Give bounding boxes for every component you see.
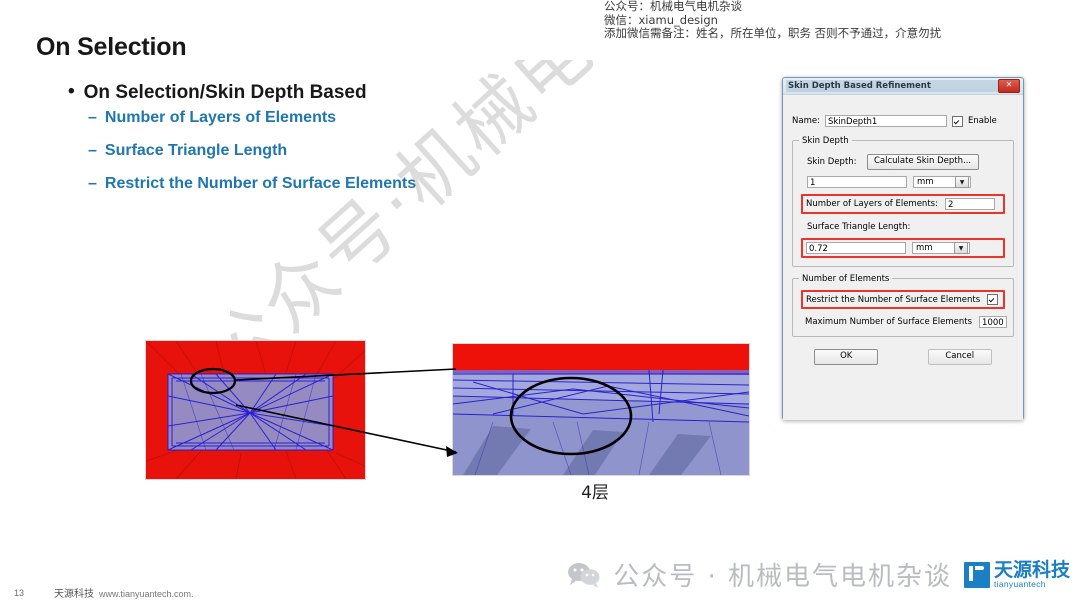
max-surface-elements-label: Maximum Number of Surface Elements xyxy=(805,317,973,327)
skin-depth-row: Skin Depth: Calculate Skin Depth... xyxy=(807,154,1005,170)
mesh-caption: 4层 xyxy=(581,483,609,503)
page-title: On Selection xyxy=(36,33,187,61)
layers-highlight-box: Number of Layers of Elements: 2 xyxy=(801,194,1005,214)
layers-row: Number of Layers of Elements: 2 xyxy=(806,198,1000,210)
wechat-brand: 公众号 · 机械电气电机杂谈 xyxy=(567,556,952,593)
bullet-dot-icon: • xyxy=(68,81,75,102)
restrict-highlight-box: Restrict the Number of Surface Elements xyxy=(801,290,1005,309)
bullet-level-1-label: On Selection/Skin Depth Based xyxy=(83,82,367,103)
surface-triangle-length-input[interactable]: 0.72 xyxy=(806,242,906,254)
dash-icon: – xyxy=(88,142,97,159)
logo-text: 天源科技 tianyuantech xyxy=(993,558,1070,589)
mesh-zoom-graphic xyxy=(453,344,749,475)
skin-depth-unit-value: mm xyxy=(917,177,934,187)
surface-triangle-length-label: Surface Triangle Length: xyxy=(807,222,911,232)
skin-depth-group-label: Skin Depth xyxy=(799,136,852,146)
enable-checkbox[interactable] xyxy=(951,115,963,127)
top-note-line-1: 公众号：机械电气电机杂谈 xyxy=(604,0,742,13)
layers-label: Number of Layers of Elements: xyxy=(806,199,938,209)
skin-depth-label: Skin Depth: xyxy=(807,157,857,167)
dialog-button-row: OK Cancel xyxy=(792,349,1014,365)
number-of-elements-group-label: Number of Elements xyxy=(799,274,893,284)
name-input[interactable]: SkinDepth1 xyxy=(824,115,947,127)
enable-label: Enable xyxy=(967,116,997,126)
triangle-highlight-box: 0.72 mm ▼ xyxy=(801,238,1005,258)
top-note-line-3: 添加微信需备注：姓名，所在单位，职务 否则不予通过，介意勿扰 xyxy=(604,26,942,40)
mesh-overview-image xyxy=(145,340,366,480)
restrict-row: Restrict the Number of Surface Elements xyxy=(806,294,1000,305)
skin-depth-input[interactable]: 1 xyxy=(807,176,907,188)
max-elements-row: Maximum Number of Surface Elements 1000 xyxy=(805,316,1007,328)
dialog-body: Name: SkinDepth1 Enable Skin Depth Skin … xyxy=(783,95,1023,420)
page-number: 13 xyxy=(14,587,25,598)
triangle-row: 0.72 mm ▼ xyxy=(806,242,1000,254)
chevron-down-icon[interactable]: ▼ xyxy=(955,176,969,188)
wechat-icon xyxy=(568,562,600,588)
top-note-line-2: 微信：xiamu_design xyxy=(604,12,718,27)
name-row: Name: SkinDepth1 Enable xyxy=(792,115,1014,127)
logo-company-cn: 天源科技 xyxy=(993,558,1070,581)
top-annotation-note: 公众号：机械电气电机杂谈 微信：xiamu_design 添加微信需备注：姓名，… xyxy=(604,0,1024,41)
number-of-elements-group: Number of Elements Restrict the Number o… xyxy=(792,274,1014,337)
tianyuantech-logo: 天源科技 tianyuantech xyxy=(963,558,1070,589)
restrict-surface-elements-label: Restrict the Number of Surface Elements xyxy=(806,294,981,305)
sub-bullet-label: Restrict the Number of Surface Elements xyxy=(104,175,417,192)
sub-bullet-surface-triangle-length: – Surface Triangle Length xyxy=(88,142,287,160)
calculate-skin-depth-button[interactable]: Calculate Skin Depth... xyxy=(866,154,979,170)
triangle-label-row: Surface Triangle Length: xyxy=(807,222,1005,232)
dash-icon: – xyxy=(88,109,97,126)
dialog-title-bar[interactable]: Skin Depth Based Refinement ✕ xyxy=(783,78,1023,95)
layers-input[interactable]: 2 xyxy=(944,198,995,210)
dialog-title: Skin Depth Based Refinement xyxy=(786,80,998,92)
footer-company-name: 天源科技 xyxy=(54,589,95,600)
close-icon[interactable]: ✕ xyxy=(998,79,1020,93)
footer-company-block: 天源科技 www.tianyuantech.com. xyxy=(54,585,194,600)
triangle-unit-value: mm xyxy=(916,243,933,253)
skin-depth-group: Skin Depth Skin Depth: Calculate Skin De… xyxy=(792,136,1014,267)
mesh-zoom-image xyxy=(452,343,750,476)
sub-bullet-label: Surface Triangle Length xyxy=(104,142,288,159)
logo-mark-icon xyxy=(963,562,990,589)
dash-icon: – xyxy=(88,175,97,192)
wechat-brand-text: 公众号 · 机械电气电机杂谈 xyxy=(613,562,952,592)
footer-url: www.tianyuantech.com. xyxy=(99,589,194,599)
brand-block: 公众号 · 机械电气电机杂谈 天源科技 tianyuantech xyxy=(567,556,1070,593)
ok-button[interactable]: OK xyxy=(814,349,879,365)
cancel-button[interactable]: Cancel xyxy=(927,349,992,365)
skin-depth-value-row: 1 mm ▼ xyxy=(807,176,1005,188)
max-surface-elements-input[interactable]: 1000 xyxy=(979,316,1007,328)
sub-bullet-restrict-surface-elements: – Restrict the Number of Surface Element… xyxy=(88,175,416,193)
triangle-unit-select[interactable]: mm ▼ xyxy=(912,242,970,254)
sub-bullet-number-of-layers: – Number of Layers of Elements xyxy=(88,109,336,127)
skin-depth-dialog[interactable]: Skin Depth Based Refinement ✕ Name: Skin… xyxy=(782,77,1024,420)
restrict-surface-elements-checkbox[interactable] xyxy=(987,294,999,305)
skin-depth-unit-select[interactable]: mm ▼ xyxy=(913,176,971,188)
sub-bullet-label: Number of Layers of Elements xyxy=(104,109,337,126)
name-label: Name: xyxy=(792,116,820,126)
footer: 13 天源科技 www.tianyuantech.com. xyxy=(14,585,194,601)
chevron-down-icon[interactable]: ▼ xyxy=(954,242,968,254)
logo-company-en: tianyuantech xyxy=(993,578,1046,589)
mesh-overview-graphic xyxy=(146,341,365,479)
bullet-level-1: • On Selection/Skin Depth Based xyxy=(68,82,367,104)
